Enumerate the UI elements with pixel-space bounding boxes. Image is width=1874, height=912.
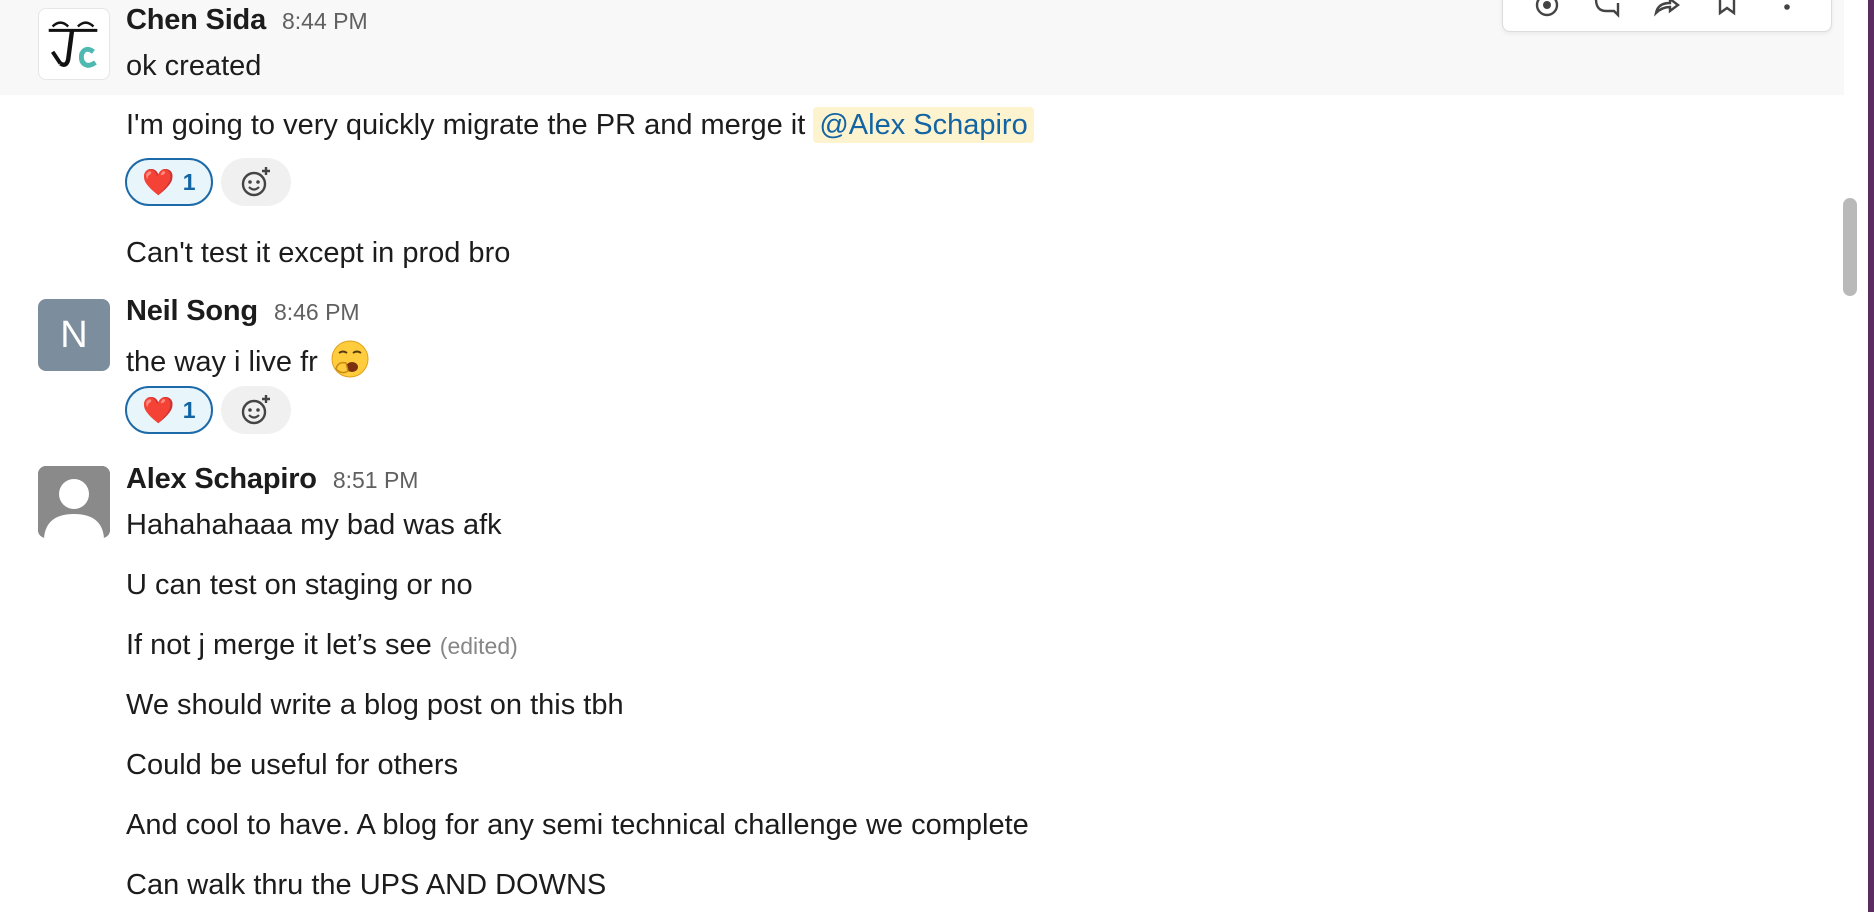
edited-label: (edited): [439, 633, 518, 659]
reaction-count: 1: [182, 396, 196, 423]
add-reaction-button[interactable]: [221, 386, 291, 434]
window-edge: [1868, 0, 1874, 912]
message-text: Can walk thru the UPS AND DOWNS: [126, 869, 607, 901]
heart-emoji-icon: ❤️: [142, 166, 175, 197]
complete-icon[interactable]: [1530, 0, 1564, 21]
avatar-initial: N: [60, 313, 88, 356]
add-reaction-button[interactable]: [221, 158, 291, 206]
more-icon[interactable]: [1770, 0, 1804, 21]
message-text: U can test on staging or no: [126, 569, 473, 601]
message-text-body: the way i live fr: [126, 346, 318, 378]
sender-name[interactable]: Neil Song: [126, 295, 258, 328]
reaction-heart[interactable]: ❤️ 1: [125, 386, 213, 434]
add-reaction-icon: [241, 395, 270, 425]
reaction-count: 1: [182, 168, 196, 195]
reactions-row: ❤️ 1: [125, 386, 291, 434]
message-actions-toolbar: [1502, 0, 1832, 32]
message-text: Could be useful for others: [126, 749, 459, 781]
message-header-chen: Chen Sida 8:44 PM: [126, 4, 368, 37]
message-text: Hahahahaaa my bad was afk: [126, 509, 502, 541]
jc-logo-icon: [48, 21, 98, 68]
reactions-row: ❤️ 1: [125, 158, 291, 206]
message-header-alex: Alex Schapiro 8:51 PM: [126, 463, 418, 496]
message-text: ok created: [126, 50, 262, 82]
timestamp[interactable]: 8:51 PM: [333, 467, 419, 494]
yawning-face-emoji-icon: [330, 339, 370, 387]
forward-icon[interactable]: [1650, 0, 1684, 21]
message-text-body: I'm going to very quickly migrate the PR…: [126, 109, 806, 141]
reaction-heart[interactable]: ❤️ 1: [125, 158, 213, 206]
sender-name[interactable]: Alex Schapiro: [126, 463, 317, 496]
message-header-neil: Neil Song 8:46 PM: [126, 295, 360, 328]
add-reaction-icon: [241, 167, 270, 197]
message-text: I'm going to very quickly migrate the PR…: [126, 107, 1034, 143]
default-user-icon: [38, 466, 110, 538]
reply-in-thread-icon[interactable]: [1590, 0, 1624, 21]
message-text: If not j merge it let’s see (edited): [126, 629, 518, 662]
message-text: And cool to have. A blog for any semi te…: [126, 809, 1029, 841]
sender-name[interactable]: Chen Sida: [126, 4, 266, 37]
bookmark-icon[interactable]: [1710, 0, 1744, 21]
timestamp[interactable]: 8:44 PM: [282, 8, 368, 35]
message-text: We should write a blog post on this tbh: [126, 689, 624, 721]
message-text: the way i live fr: [126, 339, 370, 387]
message-text: Can't test it except in prod bro: [126, 237, 511, 269]
scrollbar-thumb[interactable]: [1843, 198, 1857, 296]
message-text-body: If not j merge it let’s see: [126, 629, 432, 661]
avatar-alex-schapiro[interactable]: [38, 466, 110, 538]
heart-emoji-icon: ❤️: [142, 394, 175, 425]
timestamp[interactable]: 8:46 PM: [274, 299, 360, 326]
avatar-chen-sida[interactable]: [38, 8, 110, 80]
avatar-neil-song[interactable]: N: [38, 299, 110, 371]
scrollbar-track[interactable]: [1838, 0, 1862, 912]
user-mention[interactable]: @Alex Schapiro: [813, 107, 1034, 143]
